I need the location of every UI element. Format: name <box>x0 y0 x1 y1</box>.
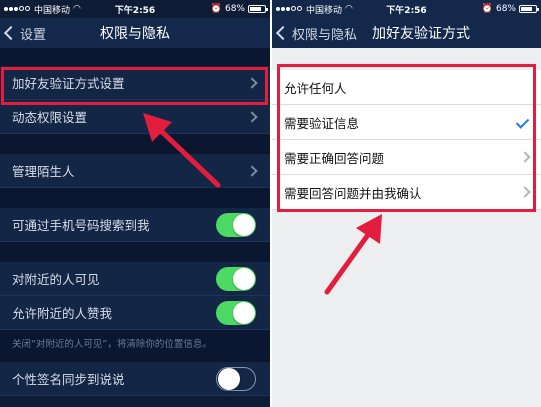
red-arrow-annotation <box>143 113 221 188</box>
red-arrow-annotation <box>324 214 382 295</box>
right-screen: 中国移动 ◠ 下午2:56 ⏰ 68% 权限与隐私 加好友验证方式 允许任何人 … <box>272 0 541 407</box>
left-screen: 中国移动 ◠ 下午2:56 ⏰ 68% 设置 权限与隐私 加好友验证方式设置 动… <box>0 0 270 407</box>
